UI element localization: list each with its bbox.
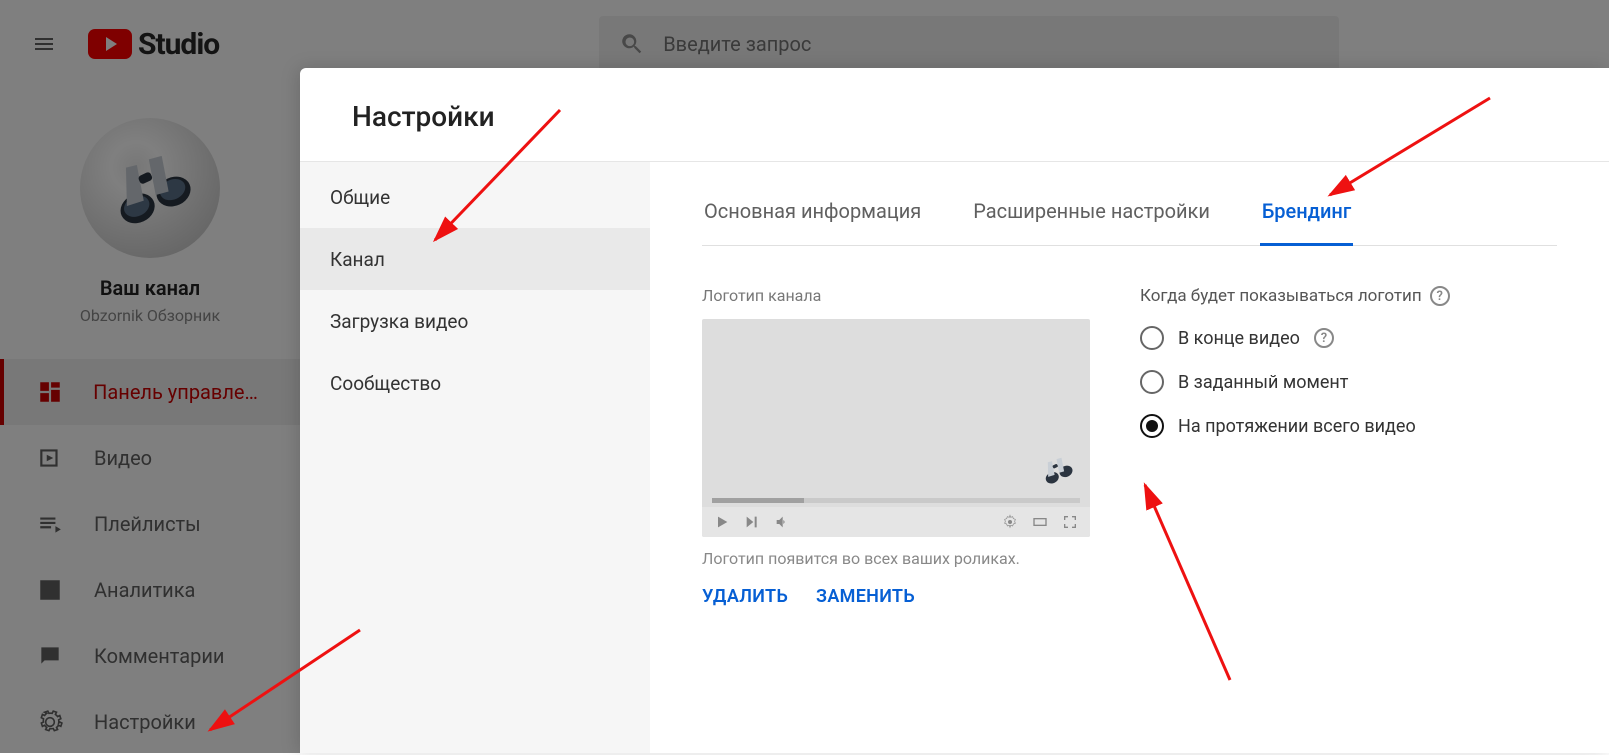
- next-icon: [744, 514, 760, 530]
- your-channel-label: Ваш канал: [100, 276, 200, 300]
- preview-controls: [702, 507, 1090, 537]
- play-icon: [714, 514, 730, 530]
- settings-side-label: Сообщество: [330, 372, 441, 395]
- radio-icon: [1140, 326, 1164, 350]
- logo-text: Studio: [138, 27, 219, 62]
- sidebar-item-label: Комментарии: [94, 644, 224, 668]
- dashboard-icon: [36, 378, 63, 406]
- help-icon[interactable]: ?: [1430, 286, 1450, 306]
- preview-progress-track: [712, 498, 1080, 503]
- delete-button[interactable]: УДАЛИТЬ: [702, 586, 788, 607]
- replace-button[interactable]: ЗАМЕНИТЬ: [816, 586, 915, 607]
- radio-label: На протяжении всего видео: [1178, 416, 1416, 437]
- settings-side-upload[interactable]: Загрузка видео: [300, 290, 650, 352]
- radio-label: В заданный момент: [1178, 372, 1348, 393]
- comments-icon: [36, 642, 64, 670]
- tab-basic-info[interactable]: Основная информация: [702, 199, 923, 245]
- avatar[interactable]: [80, 118, 220, 258]
- radio-end-of-video[interactable]: В конце видео ?: [1140, 326, 1450, 350]
- settings-icon: [1002, 514, 1018, 530]
- radio-entire-video[interactable]: На протяжении всего видео: [1140, 414, 1450, 438]
- tab-label: Основная информация: [704, 199, 921, 223]
- settings-side-label: Загрузка видео: [330, 310, 468, 333]
- tab-label: Брендинг: [1262, 199, 1351, 223]
- when-shown-label: Когда будет показываться логотип: [1140, 286, 1422, 306]
- tab-branding[interactable]: Брендинг: [1260, 199, 1353, 245]
- sidebar-item-videos[interactable]: Видео: [0, 425, 300, 491]
- search-icon: [619, 31, 645, 57]
- theater-icon: [1032, 514, 1048, 530]
- modal-sidebar: Общие Канал Загрузка видео Сообщество: [300, 162, 650, 753]
- youtube-studio-logo[interactable]: Studio: [88, 27, 219, 62]
- settings-side-channel[interactable]: Канал: [300, 228, 650, 290]
- sidebar-item-label: Плейлисты: [94, 512, 201, 536]
- sidebar-item-label: Видео: [94, 446, 152, 470]
- modal-title: Настройки: [300, 68, 1609, 161]
- playlist-icon: [36, 510, 64, 538]
- channel-name: Obzornik Обзорник: [80, 306, 220, 325]
- radio-icon: [1140, 370, 1164, 394]
- preview-progress-fill: [712, 498, 804, 503]
- hamburger-icon: [32, 32, 56, 56]
- sidebar-item-settings[interactable]: Настройки: [0, 689, 300, 755]
- gear-icon: [36, 708, 64, 736]
- preview-watermark-icon: [1036, 449, 1078, 491]
- help-icon[interactable]: ?: [1314, 328, 1334, 348]
- tab-advanced[interactable]: Расширенные настройки: [971, 199, 1212, 245]
- settings-side-general[interactable]: Общие: [300, 166, 650, 228]
- logo-help-text: Логотип появится во всех ваших роликах.: [702, 549, 1090, 568]
- sidebar-item-comments[interactable]: Комментарии: [0, 623, 300, 689]
- video-icon: [36, 444, 64, 472]
- settings-side-label: Канал: [330, 248, 385, 271]
- radio-icon: [1140, 414, 1164, 438]
- youtube-play-icon: [88, 29, 132, 59]
- sidebar-item-playlists[interactable]: Плейлисты: [0, 491, 300, 557]
- radio-custom-time[interactable]: В заданный момент: [1140, 370, 1450, 394]
- logo-preview: [702, 319, 1090, 537]
- fullscreen-icon: [1062, 514, 1078, 530]
- sidebar-item-label: Настройки: [94, 710, 196, 734]
- volume-icon: [774, 514, 790, 530]
- radio-label: В конце видео: [1178, 328, 1300, 349]
- hamburger-menu-button[interactable]: [24, 24, 64, 64]
- settings-side-label: Общие: [330, 186, 390, 209]
- settings-modal: Настройки Общие Канал Загрузка видео Соо…: [300, 68, 1609, 753]
- channel-logo-label: Логотип канала: [702, 286, 1090, 305]
- sidebar-item-label: Аналитика: [94, 578, 195, 602]
- sidebar-item-dashboard[interactable]: Панель управлен…: [0, 359, 300, 425]
- sidebar-item-analytics[interactable]: Аналитика: [0, 557, 300, 623]
- search-box[interactable]: [599, 16, 1339, 72]
- analytics-icon: [36, 576, 64, 604]
- sidebar-item-label: Панель управлен…: [93, 380, 264, 404]
- settings-side-community[interactable]: Сообщество: [300, 352, 650, 414]
- binoculars-icon: [95, 133, 205, 243]
- tab-label: Расширенные настройки: [973, 199, 1210, 223]
- search-input[interactable]: [663, 32, 1319, 56]
- channel-avatar-block: Ваш канал Obzornik Обзорник: [0, 88, 300, 335]
